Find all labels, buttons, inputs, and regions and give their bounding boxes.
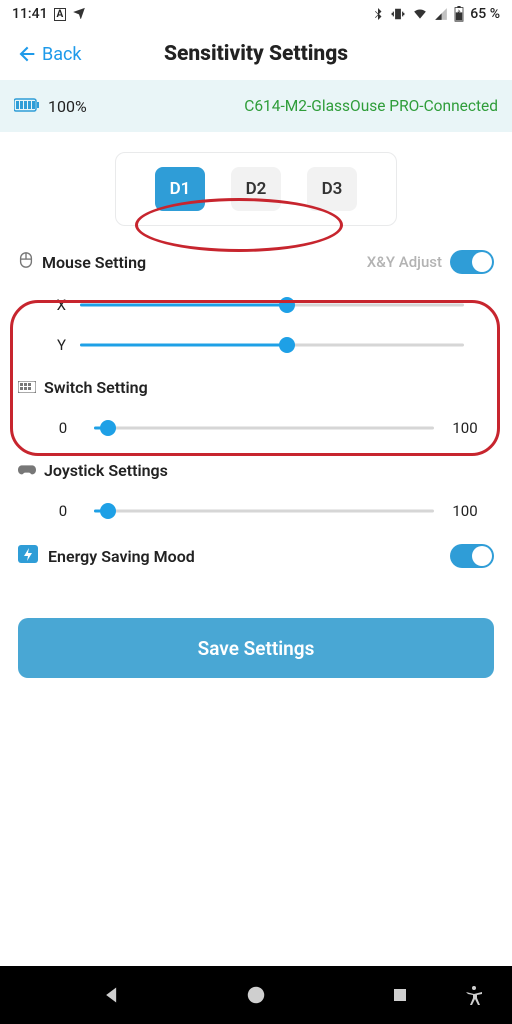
status-a-icon: A (54, 8, 67, 21)
energy-saving-toggle[interactable] (450, 544, 494, 568)
joystick-min: 0 (48, 502, 78, 520)
signal-icon (434, 7, 448, 21)
profile-d2[interactable]: D2 (231, 167, 281, 211)
energy-icon (18, 545, 38, 567)
y-slider-label: Y (48, 336, 66, 354)
x-slider-label: X (48, 296, 66, 314)
switch-max: 100 (450, 419, 480, 437)
device-name: C614-M2-GlassOuse PRO-Connected (244, 97, 498, 115)
mouse-setting-title: Mouse Setting (42, 253, 146, 272)
x-slider[interactable] (80, 297, 464, 313)
joystick-setting-title: Joystick Settings (44, 461, 168, 480)
status-time: 11:41 (12, 6, 48, 22)
battery-full-icon (14, 97, 40, 116)
nav-home-button[interactable] (236, 975, 276, 1015)
xy-adjust-toggle[interactable] (450, 250, 494, 274)
y-slider[interactable] (80, 337, 464, 353)
status-battery-pct: 65 % (470, 6, 500, 22)
mouse-setting-section: Mouse Setting X&Y Adjust X Y (0, 250, 512, 354)
mouse-icon (18, 251, 34, 273)
wifi-icon (412, 7, 428, 21)
energy-saving-section: Energy Saving Mood (0, 544, 512, 568)
status-airplane-icon (72, 5, 86, 23)
back-label: Back (42, 44, 82, 65)
device-battery: 100% (48, 97, 87, 116)
nav-accessibility-button[interactable] (454, 975, 494, 1015)
profile-d1[interactable]: D1 (155, 167, 205, 211)
save-settings-button[interactable]: Save Settings (18, 618, 494, 678)
app-header: Back Sensitivity Settings (0, 28, 512, 80)
switch-setting-title: Switch Setting (44, 378, 148, 397)
connection-banner: 100% C614-M2-GlassOuse PRO-Connected (0, 80, 512, 132)
profile-selector: D1 D2 D3 (115, 152, 397, 226)
nav-back-button[interactable] (92, 975, 132, 1015)
joystick-max: 100 (450, 502, 480, 520)
back-button[interactable]: Back (16, 44, 82, 65)
android-status-bar: 11:41 A 65 % (0, 0, 512, 28)
bluetooth-icon (372, 7, 384, 21)
joystick-icon (18, 461, 36, 480)
android-nav-bar (0, 966, 512, 1024)
vibrate-icon (390, 7, 406, 21)
joystick-setting-section: Joystick Settings 0 100 (0, 461, 512, 520)
switch-icon (18, 378, 36, 397)
joystick-slider[interactable] (94, 503, 434, 519)
switch-min: 0 (48, 419, 78, 437)
arrow-left-icon (16, 44, 36, 64)
xy-adjust-label: X&Y Adjust (367, 253, 442, 271)
profile-d3[interactable]: D3 (307, 167, 357, 211)
energy-saving-title: Energy Saving Mood (48, 547, 195, 566)
nav-recent-button[interactable] (380, 975, 420, 1015)
switch-slider[interactable] (94, 420, 434, 436)
battery-icon (454, 6, 464, 22)
page-title: Sensitivity Settings (164, 42, 348, 66)
switch-setting-section: Switch Setting 0 100 (0, 378, 512, 437)
